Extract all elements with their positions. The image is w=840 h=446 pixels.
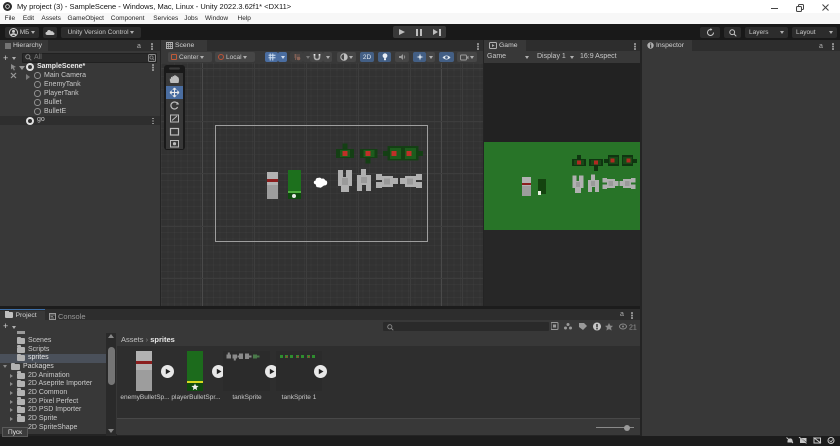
svg-text:21: 21 [629, 325, 637, 332]
